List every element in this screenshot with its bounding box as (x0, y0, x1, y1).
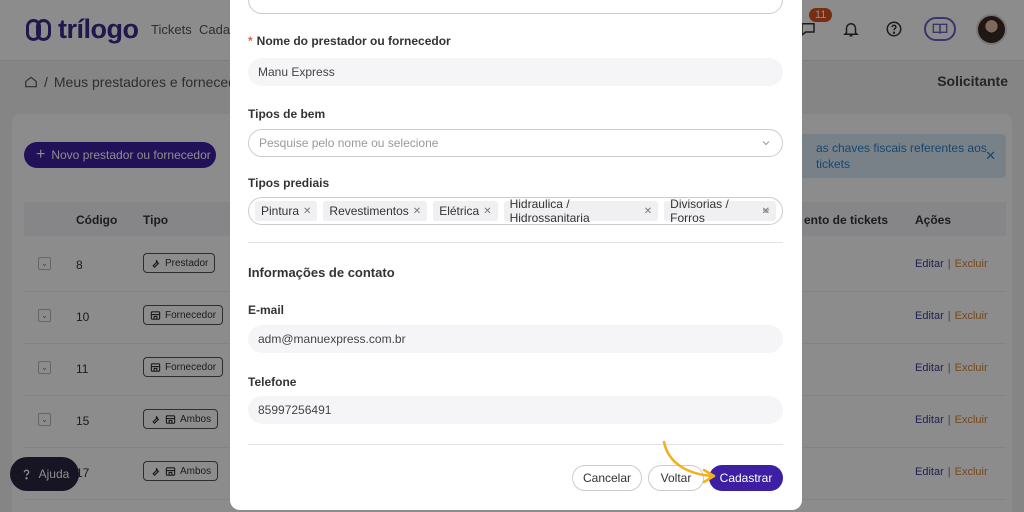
cancel-button[interactable]: Cancelar (572, 465, 642, 491)
building-type-chip: Revestimentos ✕ (323, 201, 428, 221)
building-type-chip: Pintura ✕ (255, 201, 318, 221)
email-field[interactable]: adm@manuexpress.com.br (248, 325, 783, 353)
cursor-pointer-arrow-icon (662, 440, 716, 484)
provider-form-modal: * Nome do prestador ou fornecedor Manu Ex… (230, 0, 802, 510)
previous-field-input[interactable] (248, 0, 783, 14)
chip-label: Divisorias / Forros (670, 197, 729, 225)
remove-chip-icon[interactable]: ✕ (644, 206, 652, 217)
chip-label: Hidraulica / Hidrossanitaria (509, 197, 590, 225)
phone-value: 85997256491 (258, 403, 332, 417)
goods-types-select[interactable]: Pesquise pelo nome ou selecione (248, 129, 783, 157)
remove-chip-icon[interactable]: ✕ (303, 206, 311, 217)
building-type-chip: Hidraulica / Hidrossanitaria ✕ (503, 197, 659, 225)
provider-name-label: * Nome do prestador ou fornecedor (248, 34, 451, 48)
chip-label: Revestimentos (329, 204, 409, 218)
chevron-down-icon (762, 141, 770, 146)
provider-name-value: Manu Express (258, 65, 335, 79)
phone-label: Telefone (248, 375, 297, 389)
building-types-chips: Pintura ✕ Revestimentos ✕ Elétrica ✕ Hidraulic… (255, 197, 782, 225)
email-label: E-mail (248, 303, 285, 317)
required-mark: * (248, 34, 253, 48)
building-types-select[interactable]: Pintura ✕ Revestimentos ✕ Elétrica ✕ Hidraulic… (248, 197, 783, 225)
chip-label: Pintura (261, 204, 300, 218)
phone-field[interactable]: 85997256491 (248, 396, 783, 424)
provider-name-input[interactable]: Manu Express (248, 58, 783, 86)
remove-chip-icon[interactable]: ✕ (413, 206, 421, 217)
chevron-down-icon (762, 209, 770, 214)
goods-types-placeholder: Pesquise pelo nome ou selecione (259, 136, 439, 150)
goods-types-label: Tipos de bem (248, 107, 326, 121)
contact-section-title: Informações de contato (248, 265, 395, 280)
remove-chip-icon[interactable]: ✕ (483, 206, 491, 217)
email-value: adm@manuexpress.com.br (258, 332, 406, 346)
chip-label: Elétrica (439, 204, 480, 218)
section-divider (248, 242, 783, 243)
building-type-chip: Elétrica ✕ (433, 201, 498, 221)
building-types-label: Tipos prediais (248, 176, 330, 190)
cancel-button-label: Cancelar (582, 471, 632, 485)
